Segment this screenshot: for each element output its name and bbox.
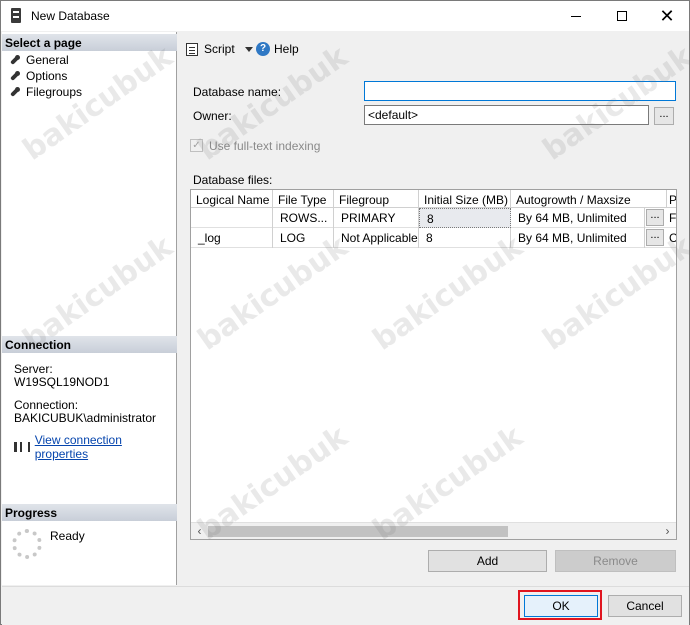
progress-header: Progress xyxy=(2,504,177,521)
column-initial-size[interactable]: Initial Size (MB) xyxy=(419,190,511,208)
window-title: New Database xyxy=(31,9,110,23)
table-row[interactable]: ROWS... PRIMARY 8 By 64 MB, Unlimited ..… xyxy=(191,208,676,228)
grid-header-row: Logical Name File Type Filegroup Initial… xyxy=(191,190,676,208)
help-icon: ? xyxy=(256,42,270,56)
database-files-label: Database files: xyxy=(193,173,273,187)
owner-label: Owner: xyxy=(193,109,232,123)
maximize-icon xyxy=(617,11,627,21)
view-connection-properties-link[interactable]: View connection properties xyxy=(12,433,176,461)
server-label: Server: xyxy=(14,362,53,376)
owner-input[interactable] xyxy=(364,105,649,125)
file-type-cell[interactable]: LOG xyxy=(273,228,334,248)
column-path[interactable]: P xyxy=(667,190,676,208)
chevron-down-icon[interactable] xyxy=(244,46,253,52)
help-button[interactable]: ? Help xyxy=(256,42,299,56)
logical-name-cell[interactable]: _log xyxy=(191,228,273,248)
initial-size-cell[interactable]: 8 xyxy=(419,228,511,248)
owner-browse-button[interactable]: ... xyxy=(654,107,674,125)
select-page-header: Select a page xyxy=(2,34,177,51)
add-file-button[interactable]: Add xyxy=(428,550,547,572)
plug-icon xyxy=(12,441,30,453)
scroll-right-icon[interactable]: › xyxy=(659,523,676,539)
database-server-icon xyxy=(11,8,21,23)
minimize-icon xyxy=(571,15,581,17)
column-filegroup[interactable]: Filegroup xyxy=(334,190,419,208)
ok-button[interactable]: OK xyxy=(524,595,598,617)
autogrowth-browse-button[interactable]: ... xyxy=(646,209,664,226)
table-row[interactable]: _log LOG Not Applicable 8 By 64 MB, Unli… xyxy=(191,228,676,248)
wrench-icon xyxy=(10,55,20,65)
connection-label: Connection: xyxy=(14,398,79,412)
column-autogrowth[interactable]: Autogrowth / Maxsize xyxy=(511,190,667,208)
page-options-label: Options xyxy=(26,69,68,83)
connection-header: Connection xyxy=(2,336,177,353)
script-icon xyxy=(186,42,198,56)
general-page: Database name: Owner: ... ✓ Use full-tex… xyxy=(178,68,689,585)
maximize-button[interactable] xyxy=(599,1,645,31)
database-name-label: Database name: xyxy=(193,85,282,99)
logical-name-cell[interactable] xyxy=(191,208,273,228)
help-label: Help xyxy=(274,42,299,56)
title-bar: New Database ✕ xyxy=(1,1,689,31)
wrench-icon xyxy=(10,71,20,81)
progress-spinner-icon xyxy=(12,529,42,559)
autogrowth-cell: By 64 MB, Unlimited xyxy=(511,228,645,248)
filegroup-cell[interactable]: PRIMARY xyxy=(334,208,419,228)
view-connection-properties-label: View connection properties xyxy=(34,433,122,461)
database-name-input[interactable] xyxy=(364,81,676,101)
filegroup-cell[interactable]: Not Applicable xyxy=(334,228,419,248)
scroll-left-icon[interactable]: ‹ xyxy=(191,523,208,539)
path-cell[interactable]: C xyxy=(667,228,676,248)
connection-value: BAKICUBUK\administrator xyxy=(14,411,157,425)
page-general-label: General xyxy=(26,53,69,67)
fulltext-label: Use full-text indexing xyxy=(209,139,321,153)
script-label: Script xyxy=(204,42,235,56)
page-options[interactable]: Options xyxy=(10,69,67,83)
server-value: W19SQL19NOD1 xyxy=(14,375,110,389)
page-filegroups-label: Filegroups xyxy=(26,85,83,99)
cancel-button[interactable]: Cancel xyxy=(608,595,682,617)
page-filegroups[interactable]: Filegroups xyxy=(10,85,82,99)
minimize-button[interactable] xyxy=(553,1,599,31)
autogrowth-cell: By 64 MB, Unlimited xyxy=(511,208,645,228)
dialog-footer: OK Cancel xyxy=(2,586,689,625)
horizontal-scrollbar[interactable]: ‹ › xyxy=(191,522,676,539)
scrollbar-thumb[interactable] xyxy=(208,526,508,537)
initial-size-cell[interactable]: 8 xyxy=(419,208,511,228)
autogrowth-browse-button[interactable]: ... xyxy=(646,229,664,246)
page-general[interactable]: General xyxy=(10,53,69,67)
close-icon: ✕ xyxy=(659,5,675,26)
wrench-icon xyxy=(10,87,20,97)
path-cell[interactable]: F xyxy=(667,208,676,228)
progress-status: Ready xyxy=(50,529,85,543)
script-button[interactable]: Script xyxy=(186,42,253,56)
database-files-grid[interactable]: Logical Name File Type Filegroup Initial… xyxy=(190,189,677,540)
toolbar: Script ? Help xyxy=(178,32,689,66)
fulltext-checkbox[interactable]: ✓ xyxy=(190,139,203,152)
new-database-dialog: New Database ✕ Select a page General Opt… xyxy=(0,0,690,625)
remove-file-button[interactable]: Remove xyxy=(555,550,676,572)
file-type-cell[interactable]: ROWS... xyxy=(273,208,334,228)
sidebar: Select a page General Options Filegroups… xyxy=(2,32,177,585)
close-button[interactable]: ✕ xyxy=(644,1,690,31)
column-logical-name[interactable]: Logical Name xyxy=(191,190,273,208)
column-file-type[interactable]: File Type xyxy=(273,190,334,208)
